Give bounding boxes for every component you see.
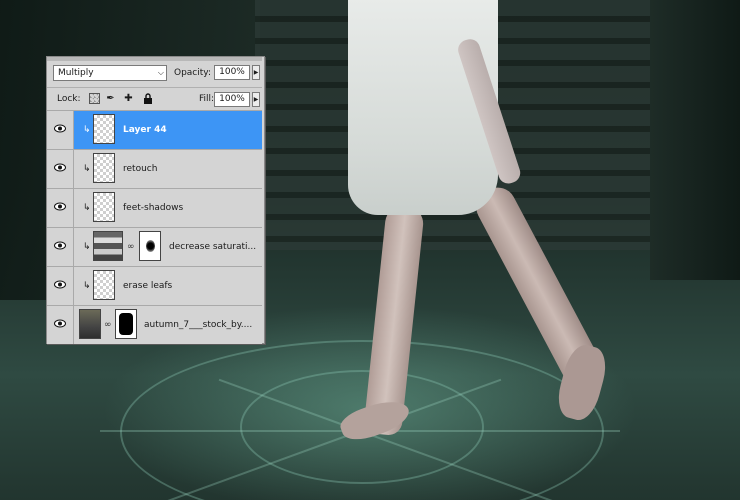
blend-mode-select[interactable]: Multiply ⌵: [53, 65, 167, 81]
clip-arrow-icon: ↳: [83, 203, 91, 213]
layer-name[interactable]: retouch: [123, 164, 157, 174]
clip-arrow-icon: ↳: [83, 164, 91, 174]
clip-arrow-icon: ↳: [83, 242, 91, 252]
layer-name[interactable]: Layer 44: [123, 125, 167, 135]
lock-row: Lock: ✒ ✚ Fill: 100% ▶: [47, 87, 262, 110]
opacity-label: Opacity:: [174, 68, 211, 78]
eye-icon: [54, 202, 66, 211]
fill-label: Fill:: [199, 94, 215, 104]
layer-name[interactable]: autumn_7___stock_by....: [144, 320, 252, 330]
chain-link-icon[interactable]: ∞: [127, 242, 135, 252]
layer-row[interactable]: ∞ autumn_7___stock_by....: [47, 305, 262, 344]
opacity-slider-button[interactable]: ▶: [252, 65, 260, 80]
clip-arrow-icon: ↳: [83, 281, 91, 291]
visibility-toggle[interactable]: [47, 150, 74, 188]
visibility-toggle[interactable]: [47, 267, 74, 305]
layers-list: ↳ Layer 44 ↳ retouch ↳ feet-shadows ↳ ∞ …: [47, 110, 262, 344]
panel-top-bar: [47, 57, 262, 61]
layer-thumbnail: [93, 153, 115, 183]
eye-icon: [54, 124, 66, 133]
eye-icon: [54, 241, 66, 250]
layer-name[interactable]: feet-shadows: [123, 203, 183, 213]
layer-row[interactable]: ↳ feet-shadows: [47, 188, 262, 227]
fill-field[interactable]: 100%: [214, 92, 250, 107]
chain-link-icon[interactable]: ∞: [104, 320, 112, 330]
mask-shape: [146, 240, 155, 252]
layer-name[interactable]: erase leafs: [123, 281, 172, 291]
layer-thumbnail: [93, 270, 115, 300]
layer-row[interactable]: ↳ ∞ decrease saturati...: [47, 227, 262, 266]
layer-row[interactable]: ↳ erase leafs: [47, 266, 262, 305]
fill-slider-button[interactable]: ▶: [252, 92, 260, 107]
brush-icon[interactable]: ✒: [105, 93, 116, 104]
floor-ray: [100, 430, 360, 432]
mask-shape: [119, 313, 133, 335]
floor-ray: [360, 430, 620, 432]
visibility-toggle[interactable]: [47, 189, 74, 227]
layer-row[interactable]: ↳ Layer 44: [47, 110, 262, 149]
visibility-toggle[interactable]: [47, 228, 74, 266]
eye-icon: [54, 280, 66, 289]
layer-mask-thumbnail[interactable]: [115, 309, 137, 339]
blend-mode-value: Multiply: [58, 68, 94, 78]
blend-options-row: Multiply ⌵ Opacity: 100% ▶: [47, 63, 262, 85]
checkerboard-icon[interactable]: [89, 93, 100, 104]
visibility-toggle[interactable]: [47, 111, 74, 149]
layer-mask-thumbnail[interactable]: [139, 231, 161, 261]
eye-icon: [54, 319, 66, 328]
padlock-icon[interactable]: [142, 93, 153, 104]
opacity-field[interactable]: 100%: [214, 65, 250, 80]
adjustment-thumbnail: [93, 231, 123, 261]
eye-icon: [54, 163, 66, 172]
layer-name[interactable]: decrease saturati...: [169, 242, 256, 252]
layer-thumbnail: [93, 192, 115, 222]
layers-panel: Multiply ⌵ Opacity: 100% ▶ Lock: ✒ ✚ Fil…: [46, 56, 265, 344]
layer-thumbnail: [93, 114, 115, 144]
stone-wall-right: [650, 0, 740, 280]
layer-row[interactable]: ↳ retouch: [47, 149, 262, 188]
visibility-toggle[interactable]: [47, 306, 74, 344]
chevron-down-icon: ⌵: [157, 68, 164, 77]
clip-arrow-icon: ↳: [83, 125, 91, 135]
move-icon[interactable]: ✚: [123, 93, 134, 104]
photo-layer-thumbnail: [79, 309, 101, 339]
lock-label: Lock:: [57, 94, 81, 104]
